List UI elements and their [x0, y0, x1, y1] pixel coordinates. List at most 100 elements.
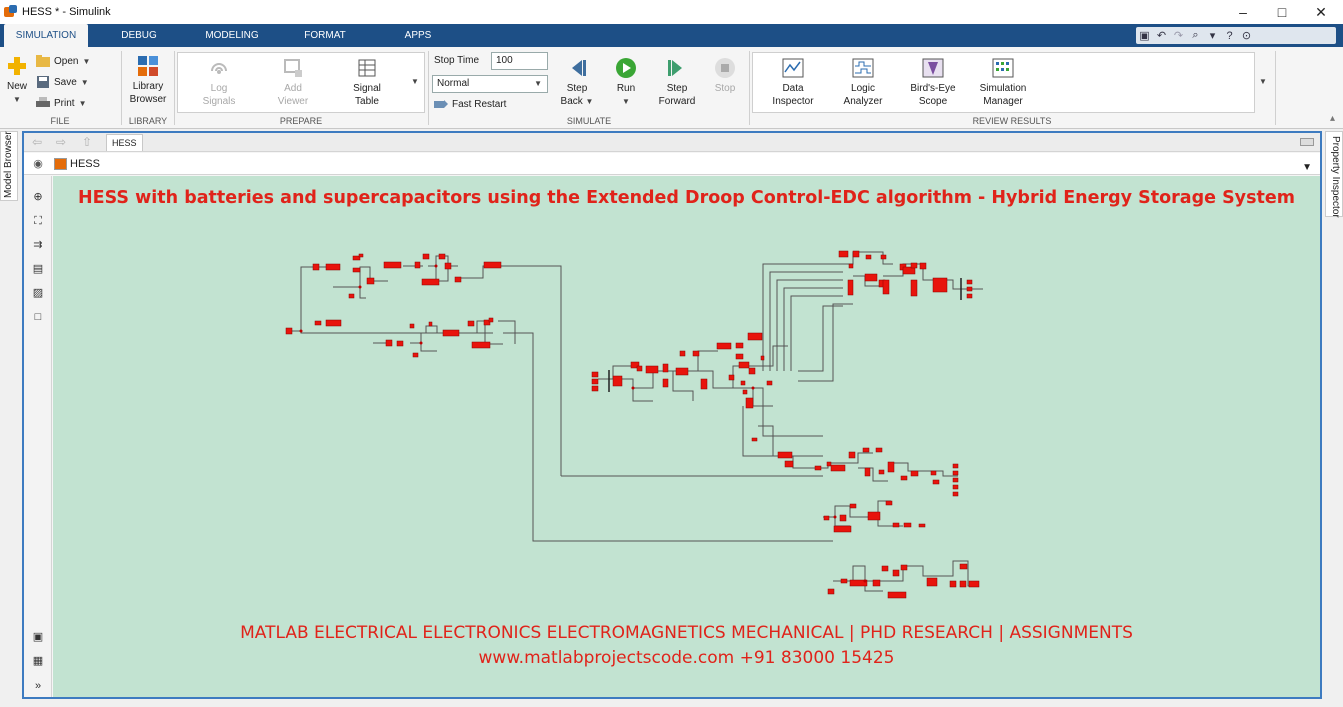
model-address-bar[interactable]: HESS ▼ — [52, 155, 1316, 173]
arrow-connector-icon[interactable]: ⇉ — [31, 238, 45, 252]
tab-simulation[interactable]: SIMULATION — [4, 24, 88, 47]
address-bar-row: ◉ HESS ▼ — [24, 153, 1320, 175]
logic-analyzer-label-2: Analyzer — [843, 96, 883, 107]
chevron-down-icon[interactable]: ▼ — [1302, 159, 1312, 177]
close-button[interactable]: ✕ — [1299, 0, 1343, 24]
left-dock-strip — [0, 131, 20, 707]
save-icon[interactable]: ▣ — [1136, 29, 1153, 42]
address-text: HESS — [70, 158, 100, 170]
group-label-review-results: REVIEW RESULTS — [972, 116, 1052, 126]
hide-show-explorer-icon[interactable]: ◉ — [30, 156, 46, 172]
expand-icon[interactable]: ⊙ — [1238, 29, 1255, 42]
undo-icon[interactable]: ↶ — [1153, 29, 1170, 42]
window-title: HESS * - Simulink — [22, 6, 111, 18]
stop-icon — [714, 57, 736, 79]
simulation-manager-button[interactable]: Simulation Manager — [972, 57, 1034, 108]
model-tab-hess[interactable]: HESS — [106, 134, 143, 151]
chevron-down-icon: ▼ — [585, 97, 594, 106]
property-inspector-tab[interactable]: Property Inspector — [1325, 131, 1343, 218]
up-arrow-icon[interactable]: ⇧ — [82, 135, 92, 149]
model-properties-icon[interactable]: ▦ — [31, 654, 45, 668]
floppy-icon — [36, 76, 50, 88]
logic-analyzer-button[interactable]: Logic Analyzer — [834, 57, 892, 108]
birds-eye-scope-button[interactable]: Bird's-Eye Scope — [904, 57, 962, 108]
library-label-2: Browser — [129, 94, 167, 105]
run-button[interactable]: Run ▼ — [606, 57, 646, 108]
save-button[interactable]: Save ▼ — [36, 76, 89, 88]
prepare-gallery-dropdown[interactable]: ▼ — [408, 75, 422, 88]
help-dropdown-icon[interactable]: ▾ — [1204, 29, 1221, 42]
viewer-label-2: Viewer — [277, 96, 309, 107]
block-diagram — [285, 250, 983, 599]
property-inspector-label: Property Inspector — [1330, 136, 1341, 218]
stop-button[interactable]: Stop — [706, 57, 744, 95]
minimize-button[interactable]: – — [1221, 0, 1265, 24]
viewer-icon — [282, 57, 304, 79]
step-back-button[interactable]: Step Back ▼ — [556, 57, 598, 108]
review-gallery-dropdown[interactable]: ▼ — [1256, 75, 1270, 88]
tab-modeling[interactable]: MODELING — [198, 24, 266, 47]
signal-table-button[interactable]: Signal Table — [340, 57, 394, 108]
model-icon — [54, 158, 67, 170]
fast-restart-button[interactable]: Fast Restart — [434, 98, 506, 110]
chevron-down-icon: ▼ — [534, 79, 542, 88]
search-icon[interactable]: ⌕ — [1187, 29, 1204, 42]
fit-to-view-icon[interactable]: ⛶ — [31, 214, 45, 228]
new-plus-icon — [6, 55, 28, 77]
new-button[interactable]: New ▼ — [4, 55, 30, 106]
image-icon[interactable]: ▨ — [31, 286, 45, 300]
data-inspector-icon — [782, 57, 804, 79]
tab-debug[interactable]: DEBUG — [112, 24, 166, 47]
keyboard-icon[interactable] — [1300, 138, 1314, 146]
add-viewer-button[interactable]: Add Viewer — [266, 57, 320, 108]
birds-eye-label-2: Scope — [918, 96, 948, 107]
ribbon-separator — [749, 51, 750, 125]
tab-format[interactable]: FORMAT — [298, 24, 352, 47]
chevron-down-icon: ▼ — [13, 95, 21, 104]
data-inspector-button[interactable]: Data Inspector — [764, 57, 822, 108]
simulation-mode-select[interactable]: Normal ▼ — [432, 75, 548, 93]
library-grid-icon — [137, 55, 159, 77]
simulation-manager-label-2: Manager — [983, 96, 1023, 107]
fast-restart-label: Fast Restart — [452, 98, 507, 110]
table-label-2: Table — [355, 96, 379, 107]
logic-analyzer-label-1: Logic — [851, 83, 875, 94]
open-button[interactable]: Open ▼ — [36, 55, 90, 67]
step-forward-label-1: Step — [666, 83, 688, 94]
ribbon-separator — [1275, 51, 1276, 125]
area-icon[interactable]: □ — [31, 310, 45, 324]
log-signals-button[interactable]: Log Signals — [192, 57, 246, 108]
blocks — [285, 250, 980, 599]
stop-time-label: Stop Time — [434, 55, 480, 66]
annotation-icon[interactable]: ▤ — [31, 262, 45, 276]
expand-palette-icon[interactable]: » — [31, 679, 45, 693]
chevron-down-icon: ▼ — [1259, 77, 1267, 86]
help-icon[interactable]: ? — [1221, 30, 1238, 42]
model-browser-label: Model Browser — [3, 131, 14, 198]
library-browser-button[interactable]: Library Browser — [124, 55, 172, 106]
table-label-1: Signal — [353, 83, 381, 94]
restore-button[interactable]: □ — [1260, 0, 1304, 24]
collapse-ribbon-icon[interactable]: ▴ — [1330, 113, 1335, 124]
title-bar: HESS * - Simulink – □ ✕ — [0, 0, 1343, 24]
stop-label: Stop — [714, 83, 736, 94]
ribbon-separator — [174, 51, 175, 125]
data-inspector-label-1: Data — [782, 83, 804, 94]
camera-icon[interactable]: ▣ — [31, 630, 45, 644]
chevron-down-icon: ▼ — [82, 56, 91, 66]
model-canvas[interactable]: HESS with batteries and supercapacitors … — [53, 176, 1320, 697]
simulation-manager-label-1: Simulation — [979, 83, 1027, 94]
simulation-mode-value: Normal — [437, 78, 470, 89]
step-forward-button[interactable]: Step Forward — [654, 57, 700, 108]
chevron-down-icon: ▼ — [80, 77, 89, 87]
step-back-label-1: Step — [566, 83, 588, 94]
stop-time-input[interactable]: 100 — [491, 52, 548, 70]
tab-apps[interactable]: APPS — [398, 24, 438, 47]
model-browser-tab[interactable]: Model Browser — [0, 131, 18, 201]
redo-icon[interactable]: ↷ — [1170, 29, 1187, 42]
print-button[interactable]: Print ▼ — [36, 97, 86, 109]
zoom-icon[interactable]: ⊕ — [31, 190, 45, 204]
step-back-label-2: Back — [560, 96, 583, 107]
back-arrow-icon[interactable]: ⇦ — [32, 135, 42, 149]
forward-arrow-icon[interactable]: ⇨ — [56, 135, 66, 149]
